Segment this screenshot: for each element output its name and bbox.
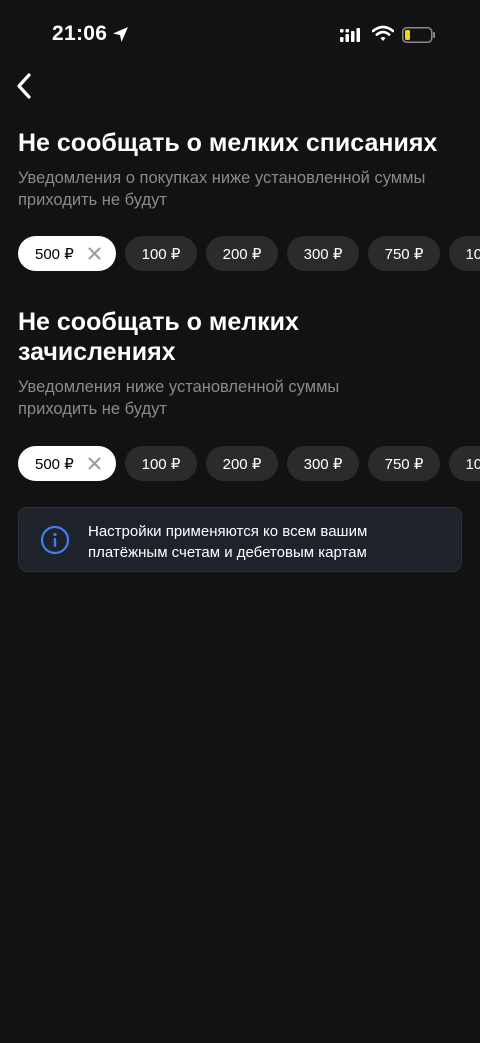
location-arrow-icon xyxy=(112,26,129,48)
wifi-icon xyxy=(371,25,395,47)
chip-selected-amount[interactable]: 500 ₽ xyxy=(18,446,116,481)
back-button[interactable] xyxy=(10,70,38,102)
amount-chips-debits: 500 ₽ 100 ₽ 200 ₽ 300 ₽ 750 ₽ 1000 ₽ xyxy=(18,236,480,271)
chip-label: 500 ₽ xyxy=(35,245,74,263)
chevron-left-icon xyxy=(17,73,31,99)
close-icon xyxy=(88,247,101,260)
close-icon xyxy=(88,457,101,470)
info-line: Настройки применяются ко всем вашим xyxy=(88,523,368,540)
subtitle-line: приходить не будут xyxy=(18,400,167,418)
section-title-debits: Не сообщать о мелких списаниях xyxy=(18,129,438,157)
chip-amount[interactable]: 200 ₽ xyxy=(206,446,278,481)
chip-amount[interactable]: 100 ₽ xyxy=(125,446,197,481)
status-bar: 21:06 xyxy=(0,0,480,70)
subtitle-line: приходить не будут xyxy=(18,191,167,209)
chip-amount[interactable]: 100 ₽ xyxy=(125,236,197,271)
info-banner: Настройки применяются ко всем вашим плат… xyxy=(18,507,462,572)
status-time: 21:06 xyxy=(52,22,108,45)
section-subtitle-credits: Уведомления ниже установленной суммы при… xyxy=(18,376,480,420)
chip-amount[interactable]: 750 ₽ xyxy=(368,446,440,481)
info-text: Настройки применяются ко всем вашим плат… xyxy=(88,521,448,563)
chip-amount[interactable]: 300 ₽ xyxy=(287,446,359,481)
subtitle-line: Уведомления о покупках ниже установленно… xyxy=(18,169,426,187)
chip-amount[interactable]: 200 ₽ xyxy=(206,236,278,271)
chip-amount[interactable]: 750 ₽ xyxy=(368,236,440,271)
chip-amount[interactable]: 1000 ₽ xyxy=(449,236,480,271)
chip-label: 500 ₽ xyxy=(35,455,74,473)
title-line: Не сообщать о мелких xyxy=(18,308,299,336)
chip-amount[interactable]: 300 ₽ xyxy=(287,236,359,271)
info-icon xyxy=(40,525,70,560)
amount-chips-credits: 500 ₽ 100 ₽ 200 ₽ 300 ₽ 750 ₽ 1000 ₽ xyxy=(18,446,480,481)
info-line: платёжным счетам и дебетовым картам xyxy=(88,544,367,561)
section-title-credits: Не сообщать о мелких зачислениях xyxy=(18,307,299,367)
title-line: зачислениях xyxy=(18,338,176,366)
clear-chip-button[interactable] xyxy=(88,457,101,470)
battery-icon xyxy=(402,27,436,48)
chip-amount[interactable]: 1000 ₽ xyxy=(449,446,480,481)
chip-selected-amount[interactable]: 500 ₽ xyxy=(18,236,116,271)
cellular-signal-icon xyxy=(340,28,362,49)
subtitle-line: Уведомления ниже установленной суммы xyxy=(18,378,340,396)
section-subtitle-debits: Уведомления о покупках ниже установленно… xyxy=(18,167,480,211)
clear-chip-button[interactable] xyxy=(88,247,101,260)
